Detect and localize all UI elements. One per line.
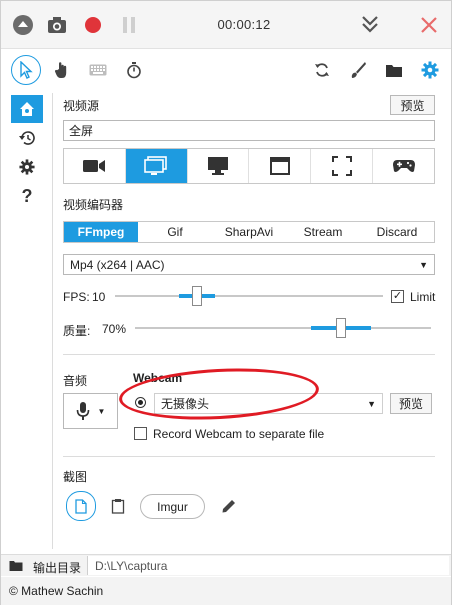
divider: [63, 456, 435, 457]
check-icon: ✓: [392, 290, 403, 302]
record-icon[interactable]: [81, 13, 105, 37]
tab-gif[interactable]: Gif: [138, 222, 212, 242]
app-window: 00:00:12 ? 视频源 预览 全屏 视频编码器 FFmpeg Gif Sh…: [0, 0, 452, 605]
quality-slider-track[interactable]: [135, 327, 431, 329]
chevron-down-icon: ▼: [367, 398, 376, 409]
recording-timer: 00:00:12: [217, 17, 271, 32]
minimize-icon[interactable]: [358, 13, 382, 37]
keyboard-icon[interactable]: [83, 55, 113, 85]
imgur-button[interactable]: Imgur: [140, 494, 205, 519]
tab-stream[interactable]: Stream: [286, 222, 360, 242]
video-source-label: 视频源: [63, 99, 100, 113]
output-bar: 输出目录 D:\LY\captura: [1, 554, 451, 576]
separate-webcam-checkbox[interactable]: [134, 427, 147, 440]
format-select[interactable]: Mp4 (x264 | AAC) ▼: [63, 254, 435, 275]
microphone-icon: [76, 402, 89, 420]
webcam-select[interactable]: 无摄像头 ▼: [154, 393, 383, 414]
gear-icon[interactable]: [11, 153, 43, 181]
fps-value: 10: [92, 290, 106, 304]
camera-icon[interactable]: [45, 13, 69, 37]
history-icon[interactable]: [11, 124, 43, 152]
chevron-down-icon: ▼: [419, 259, 428, 270]
source-window-button[interactable]: [249, 149, 312, 183]
webcam-radio[interactable]: [135, 397, 146, 408]
chevron-down-icon: ▼: [97, 406, 106, 416]
quality-label: 质量:: [63, 324, 91, 338]
fps-slider-track[interactable]: [115, 295, 383, 297]
hand-icon[interactable]: [47, 55, 77, 85]
pencil-icon[interactable]: [214, 491, 244, 521]
cursor-icon[interactable]: [11, 55, 41, 85]
home-icon[interactable]: [11, 95, 43, 123]
folder-icon[interactable]: [9, 560, 23, 575]
folder-icon[interactable]: [379, 55, 409, 85]
source-monitor-button[interactable]: [188, 149, 250, 183]
left-nav: ?: [1, 93, 53, 549]
stopwatch-icon[interactable]: [119, 55, 149, 85]
fps-limit-label: Limit: [410, 290, 436, 304]
video-encoder-label: 视频编码器: [63, 198, 124, 212]
fps-limit-checkbox[interactable]: ✓: [391, 290, 404, 303]
format-select-value: Mp4 (x264 | AAC): [70, 257, 165, 272]
help-icon[interactable]: ?: [11, 182, 43, 210]
audio-label: 音频: [63, 374, 88, 388]
copyright-text: © Mathew Sachin: [9, 584, 104, 598]
webcam-select-value: 无摄像头: [161, 397, 210, 411]
quality-value: 70%: [102, 322, 127, 336]
brush-icon[interactable]: [343, 55, 373, 85]
top-bar: 00:00:12: [1, 1, 451, 49]
webcam-label: Webcam: [133, 371, 183, 385]
settings-icon[interactable]: [415, 55, 445, 85]
divider: [63, 354, 435, 355]
screenshot-label: 截图: [63, 470, 88, 484]
video-preview-button[interactable]: 预览: [390, 95, 435, 115]
collapse-icon[interactable]: [11, 13, 35, 37]
microphone-button[interactable]: ▼: [63, 393, 118, 429]
video-source-field[interactable]: 全屏: [63, 120, 435, 141]
close-icon[interactable]: [417, 13, 441, 37]
pause-icon[interactable]: [117, 13, 141, 37]
tab-ffmpeg[interactable]: FFmpeg: [64, 222, 138, 242]
output-path-field[interactable]: D:\LY\captura: [87, 556, 449, 575]
source-game-button[interactable]: [373, 149, 434, 183]
output-folder-label: 输出目录: [33, 561, 82, 575]
refresh-icon[interactable]: [307, 55, 337, 85]
tool-row: [1, 51, 451, 91]
tab-discard[interactable]: Discard: [360, 222, 434, 242]
tab-sharpavi[interactable]: SharpAvi: [212, 222, 286, 242]
footer: © Mathew Sachin: [1, 577, 451, 605]
source-region-button[interactable]: [311, 149, 374, 183]
video-source-selector: [63, 148, 435, 184]
fps-label: FPS:: [63, 290, 90, 304]
encoder-tabs: FFmpeg Gif SharpAvi Stream Discard: [63, 221, 435, 243]
fps-slider-thumb[interactable]: [192, 286, 202, 306]
source-webcam-button[interactable]: [64, 149, 126, 183]
quality-slider-thumb[interactable]: [336, 318, 346, 338]
save-to-disk-icon[interactable]: [66, 491, 96, 521]
clipboard-icon[interactable]: [103, 491, 133, 521]
separate-webcam-label: Record Webcam to separate file: [153, 427, 325, 441]
source-screen-button[interactable]: [125, 149, 188, 183]
webcam-preview-button[interactable]: 预览: [390, 393, 432, 414]
